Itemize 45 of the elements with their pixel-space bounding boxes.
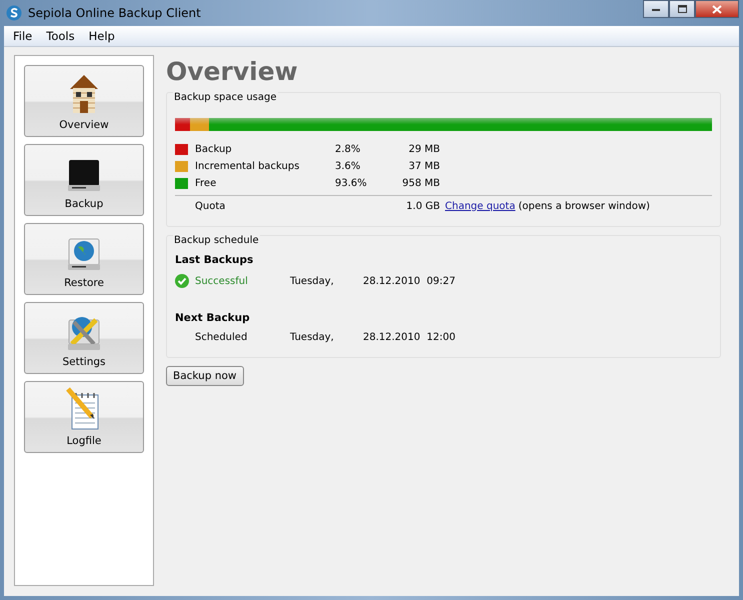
nav-button[interactable]: Restore [24, 223, 144, 295]
nav-button[interactable]: Backup [24, 144, 144, 216]
category-label: Free [195, 178, 218, 189]
size-value: 958 MB [401, 178, 440, 189]
menu-item[interactable]: File [8, 29, 38, 43]
minimize-icon [652, 8, 660, 10]
backup-now-button[interactable]: Backup now [166, 366, 244, 386]
close-icon [712, 4, 722, 14]
globe-drive-icon [66, 237, 102, 273]
date-time-text: 28.12.2010 09:27 [363, 276, 456, 286]
quota-value: 1.0 GB [405, 200, 440, 212]
quota-label: Quota [195, 200, 226, 212]
quota-note: (opens a browser window) [518, 200, 650, 212]
day-text: Tuesday, [290, 332, 335, 343]
hard-drive-icon [66, 158, 102, 194]
menu-item[interactable]: Tools [41, 29, 80, 43]
minimize-button[interactable] [643, 0, 669, 18]
section-heading: Last Backups [175, 254, 254, 266]
maximize-button[interactable] [669, 0, 695, 18]
group-title: Backup schedule [173, 235, 260, 246]
section-heading: Next Backup [175, 312, 251, 324]
group-title: Backup space usage [173, 92, 278, 103]
nav-button[interactable]: Logfile [24, 381, 144, 453]
close-button[interactable] [695, 0, 739, 18]
percent-value: 2.8% [335, 144, 362, 155]
window-title: Sepiola Online Backup Client [28, 6, 201, 20]
change-quota-link[interactable]: Change quota [445, 200, 516, 212]
success-check-icon [175, 274, 189, 288]
percent-value: 3.6% [335, 161, 362, 172]
day-text: Tuesday, [290, 276, 335, 286]
backup-status: Scheduled [195, 332, 248, 343]
size-value: 29 MB [408, 144, 440, 155]
app-logo-icon [6, 5, 22, 21]
maximize-icon [678, 5, 686, 13]
date-time-text: 28.12.2010 12:00 [363, 332, 456, 343]
tools-icon [66, 314, 102, 352]
percent-value: 93.6% [335, 178, 368, 189]
page-heading: Overview [166, 57, 298, 86]
backup-status: Successful [195, 276, 248, 286]
category-label: Incremental backups [195, 161, 300, 172]
nav-button[interactable]: Overview [24, 65, 144, 137]
nav-button[interactable]: Settings [24, 302, 144, 374]
menu-item[interactable]: Help [84, 29, 120, 43]
size-value: 37 MB [408, 161, 440, 172]
category-label: Backup [195, 144, 233, 155]
